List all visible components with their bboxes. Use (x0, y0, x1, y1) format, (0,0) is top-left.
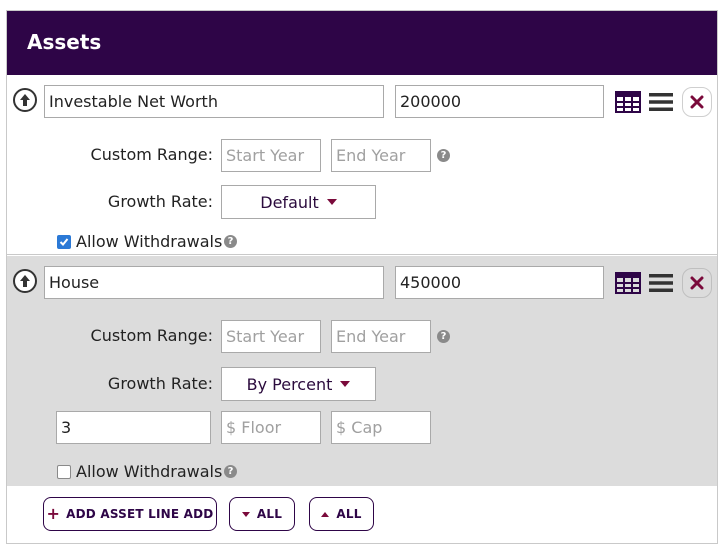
question-circle-icon[interactable]: ? (437, 330, 450, 343)
growth-rate-value: Default (260, 192, 319, 212)
growth-rate-dropdown[interactable]: Default (221, 185, 376, 219)
growth-rate-label: Growth Rate: (107, 374, 213, 393)
add-asset-button[interactable]: + ADD ASSET LINE ADD (43, 497, 217, 531)
checkmark-icon (59, 238, 69, 246)
close-icon (690, 95, 704, 109)
asset-value-input[interactable] (395, 85, 604, 118)
expand-all-button[interactable]: ALL (309, 497, 374, 531)
question-circle-icon[interactable]: ? (224, 235, 237, 248)
asset-name-input[interactable] (44, 266, 384, 299)
table-button[interactable] (614, 270, 642, 296)
arrow-up-circle-icon (20, 275, 30, 287)
add-asset-label: ADD ASSET LINE ADD (66, 507, 214, 521)
plus-icon: + (46, 504, 61, 523)
question-circle-icon[interactable]: ? (224, 465, 237, 478)
caret-down-icon (340, 381, 351, 387)
assets-panel: Assets Investable Net Worth 200000 Custo… (6, 10, 718, 544)
growth-rate-dropdown[interactable]: By Percent (221, 367, 376, 401)
arrow-up-circle-icon (20, 94, 30, 106)
growth-rate-label: Growth Rate: (107, 192, 213, 211)
asset-value-input[interactable] (395, 266, 604, 299)
allow-withdrawals-label: Allow Withdrawals (76, 462, 223, 481)
end-year-input[interactable] (331, 139, 431, 172)
collapse-all-button[interactable]: ALL (229, 497, 295, 531)
caret-down-icon (241, 511, 250, 517)
move-up-button[interactable] (13, 269, 37, 293)
remove-asset-button[interactable] (682, 87, 712, 117)
growth-rate-value: By Percent (246, 374, 333, 394)
table-icon (615, 272, 641, 294)
expand-all-label: ALL (336, 507, 362, 521)
asset-name-input[interactable] (44, 85, 384, 118)
question-circle-icon[interactable]: ? (437, 149, 450, 162)
start-year-input[interactable] (221, 320, 321, 353)
hamburger-menu-icon (649, 274, 673, 292)
asset-row: Custom Range: ? Growth Rate: Default All… (7, 75, 717, 255)
start-year-input[interactable] (221, 139, 321, 172)
menu-button[interactable] (648, 89, 674, 115)
cap-input[interactable] (331, 411, 431, 444)
hamburger-menu-icon (649, 93, 673, 111)
allow-withdrawals-checkbox[interactable] (57, 235, 71, 249)
allow-withdrawals-label: Allow Withdrawals (76, 232, 223, 251)
table-icon (615, 91, 641, 113)
panel-header: Assets (7, 11, 717, 75)
table-button[interactable] (614, 89, 642, 115)
custom-range-label: Custom Range: (90, 326, 213, 345)
remove-asset-button[interactable] (682, 268, 712, 298)
end-year-input[interactable] (331, 320, 431, 353)
menu-button[interactable] (648, 270, 674, 296)
caret-down-icon (326, 199, 337, 205)
asset-row: Custom Range: ? Growth Rate: By Percent … (7, 256, 717, 486)
floor-input[interactable] (221, 411, 321, 444)
panel-title: Assets (27, 30, 102, 54)
custom-range-label: Custom Range: (90, 145, 213, 164)
move-up-button[interactable] (13, 88, 37, 112)
allow-withdrawals-checkbox[interactable] (57, 465, 71, 479)
caret-up-icon (321, 511, 330, 517)
close-icon (690, 276, 704, 290)
percent-input[interactable] (56, 411, 211, 444)
collapse-all-label: ALL (256, 507, 283, 521)
